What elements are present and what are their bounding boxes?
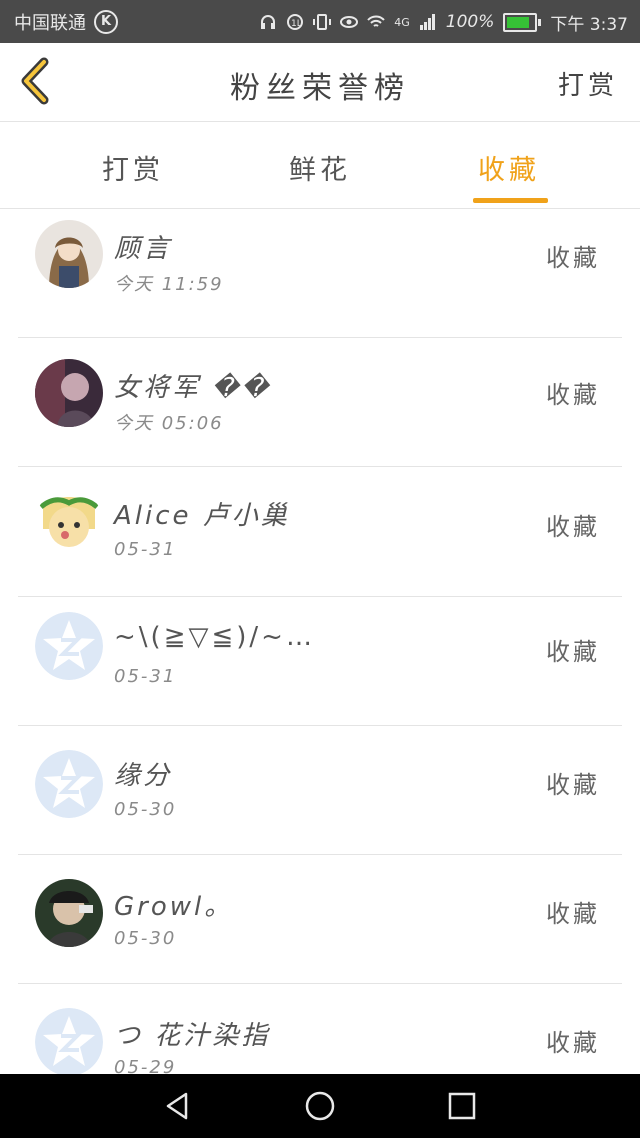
list-item[interactable]: ~\(≧▽≦)/~… 05-31 收藏: [18, 596, 622, 726]
header-reward-button[interactable]: 打赏: [558, 65, 618, 102]
tab-bar: 打赏 鲜花 收藏: [0, 122, 640, 209]
tab-flowers[interactable]: 鲜花: [289, 148, 351, 187]
collect-label: 收藏: [546, 638, 600, 666]
home-circle-icon[interactable]: [304, 1090, 336, 1122]
data-saver-icon: 1L: [287, 14, 304, 30]
list-item[interactable]: 缘分 05-30 收藏: [18, 725, 622, 855]
back-triangle-icon[interactable]: [162, 1090, 194, 1122]
collect-time: 今天 05:06: [114, 413, 224, 434]
collect-time: 05-30: [114, 799, 177, 820]
cartoon-avatar: [35, 489, 103, 557]
signal-icon: [419, 14, 435, 30]
default-qzone-avatar: [35, 612, 103, 680]
collect-label: 收藏: [546, 771, 600, 799]
tab-collect[interactable]: 收藏: [478, 148, 540, 187]
collect-label: 收藏: [546, 1029, 600, 1057]
tab-reward[interactable]: 打赏: [102, 148, 164, 187]
collect-time: 05-30: [114, 928, 177, 949]
collect-label: 收藏: [546, 381, 600, 409]
battery-tip: [538, 18, 542, 26]
status-left: 中国联通 K: [14, 8, 118, 36]
collect-label: 收藏: [546, 900, 600, 928]
k-icon: K: [94, 10, 118, 34]
eye-icon: [340, 16, 359, 28]
collect-time: 05-31: [114, 539, 177, 560]
collect-time: 05-31: [114, 666, 177, 687]
wifi-icon: [367, 15, 385, 27]
collect-time: 05-29: [114, 1057, 177, 1074]
list-item[interactable]: 女将军 �� 今天 05:06 收藏: [18, 337, 622, 467]
battery-percent: 100%: [445, 12, 495, 32]
user-name: 顾言: [114, 234, 173, 264]
status-bar: 中国联通 K 1L 4G 100% 下午 3:37: [0, 0, 640, 43]
system-nav-bar: [0, 1074, 640, 1138]
user-name: Growl。: [114, 892, 234, 922]
recents-square-icon[interactable]: [446, 1090, 478, 1122]
headphones-icon: [261, 15, 276, 29]
photo-avatar: [35, 879, 103, 947]
default-qzone-avatar: [35, 750, 103, 818]
list-item[interactable]: つ 花汁染指 05-29 收藏: [18, 983, 622, 1074]
clock: 下午 3:37: [550, 14, 628, 35]
page-title: 粉丝荣誉榜: [230, 71, 410, 106]
list-item[interactable]: Alice 卢小巢 05-31 收藏: [18, 467, 622, 597]
user-name: Alice 卢小巢: [114, 501, 290, 531]
default-qzone-avatar: [35, 1008, 103, 1074]
battery-icon: [503, 12, 538, 32]
user-name: ~\(≧▽≦)/~…: [114, 622, 315, 652]
header-bar: 粉丝荣誉榜 打赏: [0, 43, 640, 122]
collect-label: 收藏: [546, 513, 600, 541]
network-label: 4G: [394, 15, 410, 29]
collect-time: 今天 11:59: [114, 274, 224, 295]
user-name: つ 花汁染指: [114, 1021, 271, 1051]
list-item[interactable]: 顾言 今天 11:59 收藏: [18, 209, 622, 338]
carrier-label: 中国联通: [14, 13, 86, 34]
user-name: 缘分: [114, 761, 173, 791]
list-item[interactable]: Growl。 05-30 收藏: [18, 854, 622, 984]
anime-girl-avatar: [35, 220, 103, 288]
fan-list: 顾言 今天 11:59 收藏 女将军 �� 今天 05:06 收藏 Alice …: [0, 209, 640, 1074]
photo-avatar: [35, 359, 103, 427]
svg-text:1L: 1L: [291, 19, 302, 29]
active-tab-indicator: [473, 198, 548, 203]
status-right: 1L 4G 100% 下午 3:37: [259, 8, 628, 36]
collect-label: 收藏: [546, 244, 600, 272]
user-name: 女将军 ��: [114, 373, 272, 403]
vibrate-icon: [313, 14, 332, 30]
